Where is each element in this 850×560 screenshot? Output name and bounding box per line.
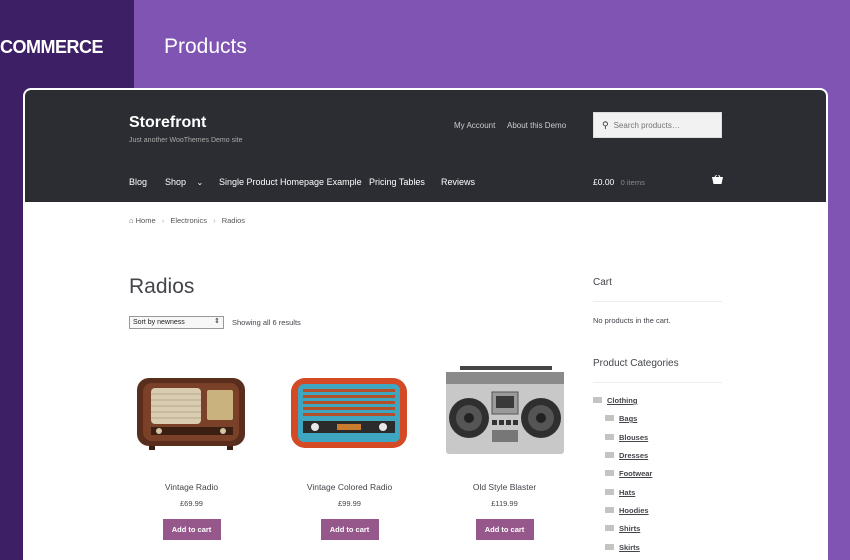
folder-icon: [605, 507, 614, 514]
category-blouses[interactable]: Blouses: [605, 433, 648, 442]
category-dresses[interactable]: Dresses: [605, 451, 648, 460]
cart-widget-title: Cart: [593, 277, 612, 288]
sort-select[interactable]: Sort by newness ⇕: [129, 316, 224, 329]
category-heading: Radios: [129, 275, 195, 298]
category-footwear[interactable]: Footwear: [605, 469, 652, 478]
search-box: ⚲: [593, 112, 722, 138]
category-label: Blouses: [619, 433, 649, 442]
folder-icon: [605, 452, 614, 459]
breadcrumb-radios: Radios: [221, 216, 246, 225]
home-icon: ⌂: [129, 216, 134, 225]
product-name[interactable]: Vintage Radio: [129, 482, 254, 492]
nav-blog[interactable]: Blog: [129, 177, 147, 187]
breadcrumb-separator: ›: [161, 216, 165, 225]
folder-icon: [605, 415, 614, 422]
storefront-window: Storefront Just another WooThemes Demo s…: [23, 88, 828, 560]
add-to-cart-button[interactable]: Add to cart: [475, 519, 534, 540]
folder-icon: [605, 434, 614, 441]
folder-icon: [593, 397, 602, 404]
page-title: Products: [164, 35, 247, 58]
category-hoodies[interactable]: Hoodies: [605, 506, 649, 515]
nav-single-product[interactable]: Single Product Homepage Example: [219, 177, 362, 187]
add-to-cart-button[interactable]: Add to cart: [162, 519, 221, 540]
product-price: £99.99: [338, 499, 361, 508]
nav-pricing-tables[interactable]: Pricing Tables: [369, 177, 425, 187]
add-to-cart-button[interactable]: Add to cart: [320, 519, 379, 540]
breadcrumb: ⌂ Home › Electronics › Radios: [129, 216, 245, 225]
nav-shop[interactable]: Shop ⌄: [165, 177, 203, 187]
divider: [593, 301, 722, 302]
category-label: Hoodies: [619, 506, 649, 515]
header-cart[interactable]: £0.00 0 items: [593, 177, 645, 187]
breadcrumb-home[interactable]: Home: [136, 216, 156, 225]
sort-select-value: Sort by newness: [133, 319, 185, 326]
folder-icon: [605, 470, 614, 477]
woocommerce-logo: COMMERCE: [0, 37, 104, 57]
category-bags[interactable]: Bags: [605, 414, 637, 423]
search-icon: ⚲: [602, 119, 609, 130]
folder-icon: [605, 525, 614, 532]
category-hats[interactable]: Hats: [605, 488, 635, 497]
categories-widget-title: Product Categories: [593, 358, 679, 369]
product-price: £69.99: [180, 499, 203, 508]
nav-shop-label: Shop: [165, 177, 187, 187]
product-card: Vintage Radio £69.99 Add to cart: [129, 360, 254, 540]
product-card: Old Style Blaster £119.99 Add to cart: [442, 360, 567, 540]
product-name[interactable]: Old Style Blaster: [442, 482, 567, 492]
product-name[interactable]: Vintage Colored Radio: [287, 482, 412, 492]
breadcrumb-separator: ›: [213, 216, 216, 225]
product-card: Vintage Colored Radio £99.99 Add to cart: [287, 360, 412, 540]
folder-icon: [605, 489, 614, 496]
category-label: Clothing: [607, 396, 638, 405]
breadcrumb-electronics[interactable]: Electronics: [170, 216, 207, 225]
product-image-old-style-blaster[interactable]: [442, 360, 567, 460]
search-input[interactable]: [613, 120, 714, 130]
category-label: Skirts: [619, 543, 640, 552]
cart-total-amount: £0.00: [593, 177, 615, 187]
cart-item-count: 0 items: [620, 178, 645, 187]
chevron-down-icon: ⌄: [196, 178, 204, 187]
category-clothing[interactable]: Clothing: [593, 396, 637, 405]
category-label: Bags: [619, 414, 638, 423]
category-shirts[interactable]: Shirts: [605, 524, 640, 533]
nav-about-demo[interactable]: About this Demo: [507, 121, 566, 130]
nav-my-account[interactable]: My Account: [454, 121, 495, 130]
folder-icon: [605, 544, 614, 551]
product-price: £119.99: [491, 499, 518, 508]
category-label: Dresses: [619, 451, 649, 460]
divider: [593, 382, 722, 383]
result-count: Showing all 6 results: [232, 318, 301, 327]
cart-empty-message: No products in the cart.: [593, 316, 671, 325]
site-title[interactable]: Storefront: [129, 114, 206, 132]
select-arrows-icon: ⇕: [214, 318, 220, 325]
category-label: Shirts: [619, 524, 641, 533]
site-header: Storefront Just another WooThemes Demo s…: [25, 90, 826, 202]
basket-icon[interactable]: [712, 174, 723, 187]
category-label: Hats: [619, 488, 636, 497]
product-image-vintage-colored-radio[interactable]: [287, 360, 412, 460]
product-image-vintage-radio[interactable]: [129, 360, 254, 460]
category-skirts[interactable]: Skirts: [605, 543, 640, 552]
site-tagline: Just another WooThemes Demo site: [129, 137, 243, 144]
category-label: Footwear: [619, 469, 653, 478]
nav-reviews[interactable]: Reviews: [441, 177, 475, 187]
